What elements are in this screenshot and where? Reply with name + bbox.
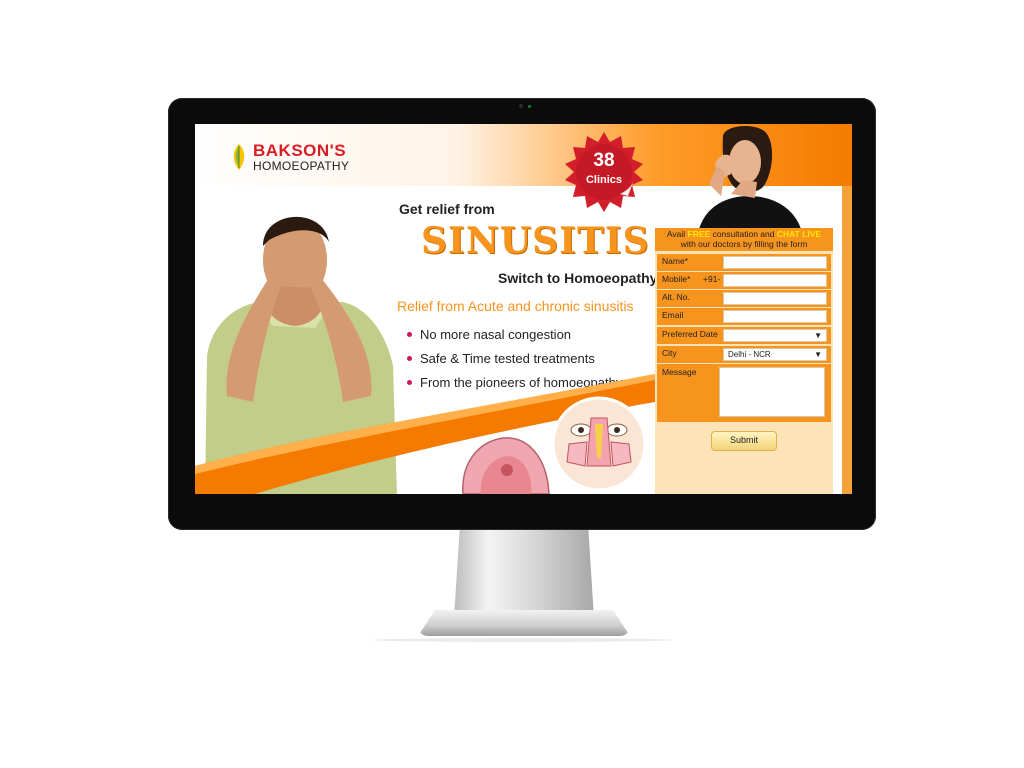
monitor-stand-neck	[454, 530, 594, 618]
woman-headache-image	[699, 125, 801, 229]
chevron-down-icon: ▼	[814, 350, 822, 359]
alt-row: Alt. No.	[657, 290, 831, 307]
date-label: Preferred Date	[662, 329, 718, 339]
monitor-shadow	[372, 638, 672, 642]
camera-icon	[519, 104, 523, 108]
form-header: Avail FREE consultation and CHAT LIVE wi…	[655, 228, 833, 251]
mobile-prefix: +91-	[703, 274, 721, 284]
headline-cta: Switch to Homoeopathy	[498, 270, 658, 286]
badge-number: 38	[593, 150, 615, 171]
headline-intro: Get relief from	[399, 201, 495, 217]
screen: BAKSON'S HOMOEOPATHY 38 Clinics Get reli…	[195, 124, 852, 494]
message-row: Message	[657, 364, 831, 422]
name-row: Name*	[657, 254, 831, 271]
city-value: Delhi - NCR	[728, 350, 771, 359]
logo-brand: BAKSON'S	[253, 141, 347, 160]
email-field[interactable]	[723, 310, 827, 323]
name-label: Name*	[662, 256, 688, 266]
email-row: Email	[657, 308, 831, 325]
email-label: Email	[662, 310, 684, 320]
bullet-icon	[407, 355, 412, 361]
monitor-stand-base	[418, 610, 630, 636]
name-field[interactable]	[723, 256, 827, 269]
date-row: Preferred Date ▼	[657, 327, 831, 344]
preferred-date-select[interactable]: ▼	[723, 329, 827, 342]
screen-edge	[842, 186, 852, 494]
city-select[interactable]: Delhi - NCR ▼	[723, 348, 827, 361]
message-label: Message	[662, 367, 697, 377]
camera-led	[528, 105, 531, 108]
chevron-down-icon: ▼	[814, 331, 822, 340]
relief-tagline: Relief from Acute and chronic sinusitis	[397, 298, 634, 314]
list-item: No more nasal congestion	[407, 322, 622, 346]
badge-label: Clinics	[585, 174, 623, 186]
submit-button[interactable]: Submit	[711, 431, 777, 451]
sinus-diagram-image	[551, 396, 647, 492]
alt-number-field[interactable]	[723, 292, 827, 305]
alt-label: Alt. No.	[662, 292, 690, 302]
mobile-field[interactable]	[723, 274, 827, 287]
consultation-form: Avail FREE consultation and CHAT LIVE wi…	[655, 228, 833, 494]
message-field[interactable]	[719, 367, 825, 417]
starburst-icon	[565, 132, 643, 212]
logo-subtitle: HOMOEOPATHY	[253, 159, 350, 173]
mobile-label: Mobile*	[662, 274, 691, 284]
clinics-badge: 38 Clinics	[562, 130, 646, 214]
headline-condition: SINUSITIS	[421, 220, 650, 262]
city-label: City	[662, 348, 677, 358]
nasal-anatomy-image	[462, 437, 550, 494]
bullet-icon	[407, 331, 412, 337]
logo[interactable]: BAKSON'S HOMOEOPATHY	[231, 142, 349, 172]
leaf-icon	[233, 144, 245, 170]
list-item: Safe & Time tested treatments	[407, 346, 622, 370]
mobile-row: Mobile* +91-	[657, 272, 831, 289]
city-row: City Delhi - NCR ▼	[657, 346, 831, 363]
